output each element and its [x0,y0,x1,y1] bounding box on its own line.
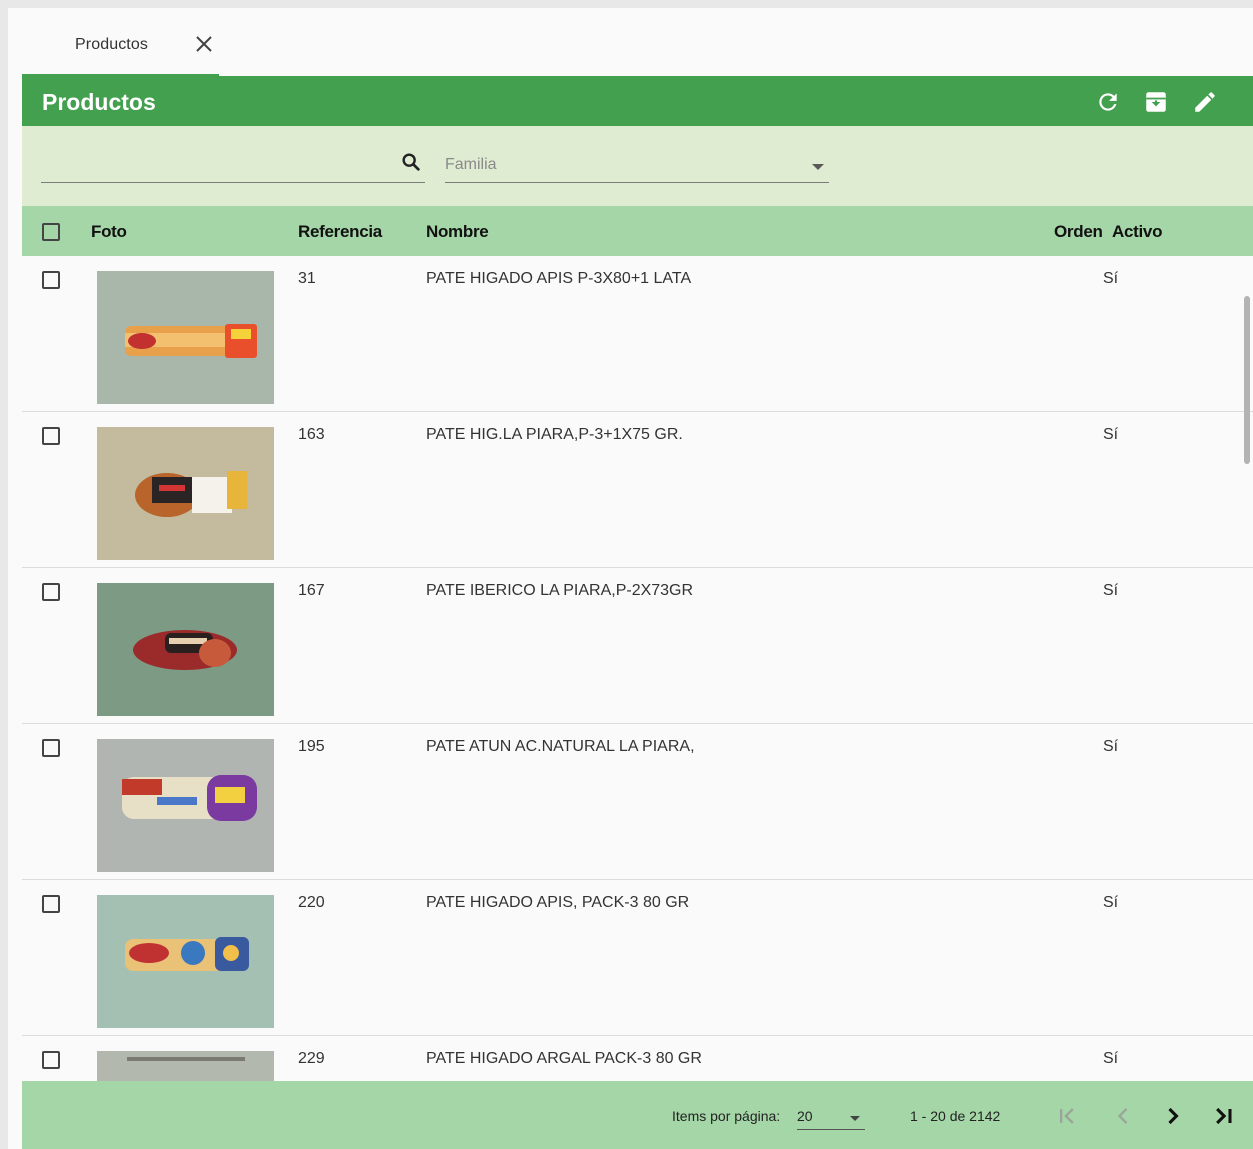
table-row[interactable]: 195 PATE ATUN AC.NATURAL LA PIARA, Sí [22,724,1253,880]
row-checkbox[interactable] [42,739,60,757]
column-header-referencia[interactable]: Referencia [298,222,382,242]
cell-referencia: 31 [298,270,316,287]
close-icon[interactable] [192,32,216,56]
product-photo [97,739,274,872]
page-title: Productos [42,89,156,115]
cell-activo: Sí [1103,894,1119,911]
cell-activo: Sí [1103,270,1119,287]
products-table: Foto Referencia Nombre Orden Activo 31 P… [22,206,1253,1081]
previous-page-icon[interactable] [1109,1102,1137,1130]
app-window: Productos Productos Familia Foto Referen… [8,8,1253,1149]
cell-referencia: 163 [298,426,325,443]
refresh-icon[interactable] [1095,89,1121,115]
tab-bar: Productos [22,8,1253,76]
cell-activo: Sí [1103,1050,1119,1067]
cell-nombre: PATE IBERICO LA PIARA,P-2X73GR [426,582,694,599]
column-header-activo[interactable]: Activo [1112,222,1162,242]
scrollbar-thumb[interactable] [1244,296,1250,464]
column-header-foto[interactable]: Foto [91,222,127,242]
column-header-orden[interactable]: Orden [1054,222,1103,242]
product-photo [97,895,274,1028]
product-photo [97,271,274,404]
last-page-icon[interactable] [1209,1102,1237,1130]
column-header-nombre[interactable]: Nombre [426,222,489,242]
cell-nombre: PATE HIG.LA PIARA,P-3+1X75 GR. [426,426,683,443]
table-row[interactable]: 31 PATE HIGADO APIS P-3X80+1 LATA Sí [22,256,1253,412]
row-checkbox[interactable] [42,427,60,445]
cell-nombre: PATE HIGADO APIS, PACK-3 80 GR [426,894,690,911]
cell-referencia: 195 [298,738,325,755]
row-checkbox[interactable] [42,895,60,913]
row-checkbox[interactable] [42,271,60,289]
chevron-down-icon [850,1116,860,1121]
search-icon[interactable] [400,151,422,173]
row-checkbox[interactable] [42,1051,60,1069]
archive-icon[interactable] [1143,89,1169,115]
chevron-down-icon [812,164,824,170]
page-header: Productos [22,76,1253,126]
first-page-icon[interactable] [1053,1102,1081,1130]
cell-referencia: 167 [298,582,325,599]
items-per-page-label: Items por página: [672,1108,781,1124]
cell-referencia: 229 [298,1050,325,1067]
cell-nombre: PATE HIGADO ARGAL PACK-3 80 GR [426,1050,702,1067]
table-row[interactable]: 167 PATE IBERICO LA PIARA,P-2X73GR Sí [22,568,1253,724]
page-range-label: 1 - 20 de 2142 [910,1108,1001,1124]
next-page-icon[interactable] [1159,1102,1187,1130]
cell-nombre: PATE ATUN AC.NATURAL LA PIARA, [426,738,695,755]
page-size-value: 20 [797,1108,813,1124]
edit-icon[interactable] [1192,89,1218,115]
row-checkbox[interactable] [42,583,60,601]
product-photo [97,1051,274,1081]
tab-label: Productos [75,36,148,53]
product-photo [97,427,274,560]
filter-bar: Familia [22,126,1253,206]
cell-activo: Sí [1103,426,1119,443]
select-all-checkbox[interactable] [42,223,60,241]
table-row[interactable]: 163 PATE HIG.LA PIARA,P-3+1X75 GR. Sí [22,412,1253,568]
cell-referencia: 220 [298,894,325,911]
table-row[interactable]: 229 PATE HIGADO ARGAL PACK-3 80 GR Sí [22,1036,1253,1081]
table-header: Foto Referencia Nombre Orden Activo [22,206,1253,256]
cell-nombre: PATE HIGADO APIS P-3X80+1 LATA [426,270,692,287]
search-field [41,146,425,183]
search-input[interactable] [41,152,395,178]
page-size-select[interactable]: 20 [797,1103,865,1130]
table-scrollbar[interactable] [1243,256,1251,1081]
cell-activo: Sí [1103,738,1119,755]
familia-placeholder: Familia [445,156,497,173]
cell-activo: Sí [1103,582,1119,599]
product-photo [97,583,274,716]
familia-select[interactable]: Familia [445,146,829,183]
table-row[interactable]: 220 PATE HIGADO APIS, PACK-3 80 GR Sí [22,880,1253,1036]
paginator: Items por página: 20 1 - 20 de 2142 [22,1081,1253,1149]
tab-productos[interactable]: Productos [22,8,219,76]
